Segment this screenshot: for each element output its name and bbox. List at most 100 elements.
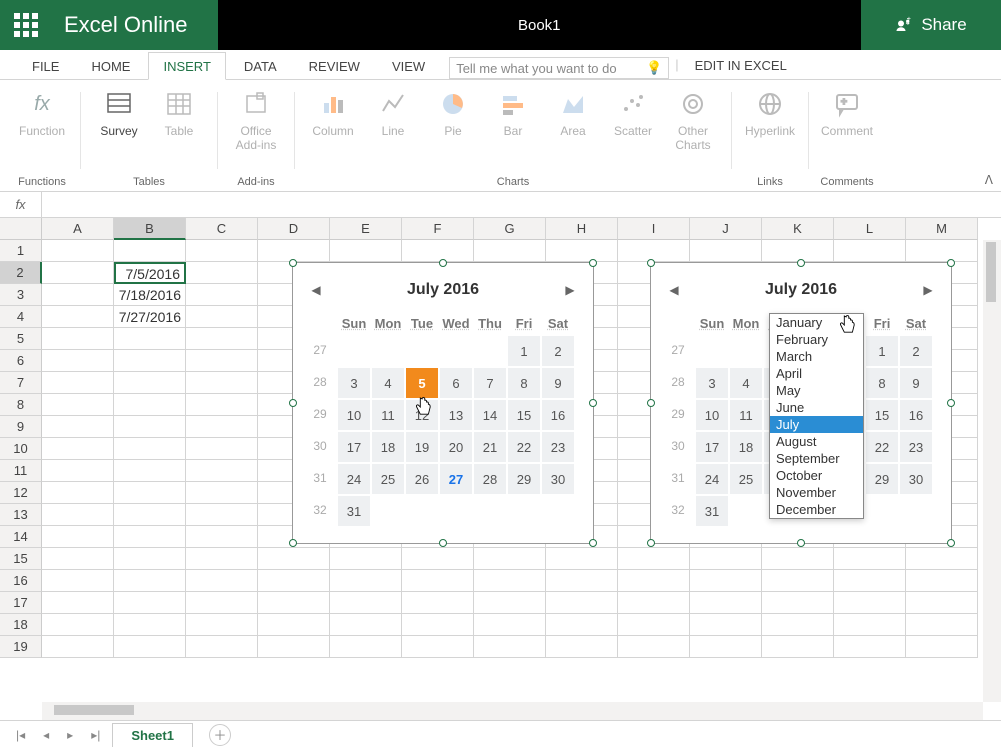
calendar-day[interactable]: 8 bbox=[866, 368, 898, 398]
cell-D16[interactable] bbox=[258, 570, 330, 592]
cell-B19[interactable] bbox=[114, 636, 186, 658]
row-header-12[interactable]: 12 bbox=[0, 482, 42, 504]
cell-I19[interactable] bbox=[618, 636, 690, 658]
column-header-J[interactable]: J bbox=[690, 218, 762, 240]
calendar-day[interactable]: 18 bbox=[730, 432, 762, 462]
row-header-17[interactable]: 17 bbox=[0, 592, 42, 614]
calendar-day[interactable]: 9 bbox=[900, 368, 932, 398]
cell-L16[interactable] bbox=[834, 570, 906, 592]
cell-F17[interactable] bbox=[402, 592, 474, 614]
cell-A12[interactable] bbox=[42, 482, 114, 504]
sheet-tab[interactable]: Sheet1 bbox=[112, 723, 193, 747]
row-header-14[interactable]: 14 bbox=[0, 526, 42, 548]
tab-review[interactable]: REVIEW bbox=[295, 53, 374, 79]
calendar-day[interactable]: 11 bbox=[730, 400, 762, 430]
calendar-day[interactable]: 5 bbox=[406, 368, 438, 398]
row-header-10[interactable]: 10 bbox=[0, 438, 42, 460]
cell-B1[interactable] bbox=[114, 240, 186, 262]
column-header-L[interactable]: L bbox=[834, 218, 906, 240]
cell-D17[interactable] bbox=[258, 592, 330, 614]
edit-in-excel-button[interactable]: EDIT IN EXCEL bbox=[685, 52, 797, 79]
column-header-I[interactable]: I bbox=[618, 218, 690, 240]
cell-C12[interactable] bbox=[186, 482, 258, 504]
cell-M19[interactable] bbox=[906, 636, 978, 658]
cell-J19[interactable] bbox=[690, 636, 762, 658]
cell-F16[interactable] bbox=[402, 570, 474, 592]
cell-A2[interactable] bbox=[42, 262, 114, 284]
column-header-G[interactable]: G bbox=[474, 218, 546, 240]
cell-K15[interactable] bbox=[762, 548, 834, 570]
area-chart-button[interactable]: Area bbox=[543, 86, 603, 173]
calendar-day[interactable]: 21 bbox=[474, 432, 506, 462]
cell-G16[interactable] bbox=[474, 570, 546, 592]
calendar-day[interactable]: 22 bbox=[866, 432, 898, 462]
cell-H17[interactable] bbox=[546, 592, 618, 614]
cell-B4[interactable]: 7/27/2016 bbox=[114, 306, 186, 328]
cell-C17[interactable] bbox=[186, 592, 258, 614]
cell-I18[interactable] bbox=[618, 614, 690, 636]
calendar-day[interactable]: 1 bbox=[866, 336, 898, 366]
calendar-day[interactable]: 31 bbox=[338, 496, 370, 526]
cell-H1[interactable] bbox=[546, 240, 618, 262]
prev-month-button[interactable]: ◀ bbox=[667, 283, 681, 297]
cell-D18[interactable] bbox=[258, 614, 330, 636]
calendar-day[interactable]: 13 bbox=[440, 400, 472, 430]
month-option[interactable]: July bbox=[770, 416, 863, 433]
cell-B11[interactable] bbox=[114, 460, 186, 482]
calendar-day[interactable]: 7 bbox=[474, 368, 506, 398]
cell-C4[interactable] bbox=[186, 306, 258, 328]
cell-B7[interactable] bbox=[114, 372, 186, 394]
horizontal-scrollbar[interactable] bbox=[42, 702, 983, 720]
cell-M15[interactable] bbox=[906, 548, 978, 570]
cell-I15[interactable] bbox=[618, 548, 690, 570]
tab-file[interactable]: FILE bbox=[18, 53, 73, 79]
cell-A15[interactable] bbox=[42, 548, 114, 570]
calendar-day[interactable]: 2 bbox=[542, 336, 574, 366]
calendar-day[interactable]: 16 bbox=[542, 400, 574, 430]
calendar-day[interactable]: 30 bbox=[542, 464, 574, 494]
select-all-corner[interactable] bbox=[0, 218, 42, 240]
column-header-K[interactable]: K bbox=[762, 218, 834, 240]
cell-I1[interactable] bbox=[618, 240, 690, 262]
cell-A9[interactable] bbox=[42, 416, 114, 438]
cell-H16[interactable] bbox=[546, 570, 618, 592]
calendar-day[interactable]: 29 bbox=[866, 464, 898, 494]
cell-C3[interactable] bbox=[186, 284, 258, 306]
calendar-day[interactable]: 3 bbox=[338, 368, 370, 398]
row-header-7[interactable]: 7 bbox=[0, 372, 42, 394]
prev-month-button[interactable]: ◀ bbox=[309, 283, 323, 297]
calendar-day[interactable]: 29 bbox=[508, 464, 540, 494]
cell-K17[interactable] bbox=[762, 592, 834, 614]
cell-H15[interactable] bbox=[546, 548, 618, 570]
calendar-day[interactable]: 25 bbox=[372, 464, 404, 494]
cell-M1[interactable] bbox=[906, 240, 978, 262]
cell-E15[interactable] bbox=[330, 548, 402, 570]
calendar-day[interactable]: 10 bbox=[338, 400, 370, 430]
cell-I16[interactable] bbox=[618, 570, 690, 592]
cell-H18[interactable] bbox=[546, 614, 618, 636]
cell-A13[interactable] bbox=[42, 504, 114, 526]
column-header-E[interactable]: E bbox=[330, 218, 402, 240]
cell-J17[interactable] bbox=[690, 592, 762, 614]
month-option[interactable]: April bbox=[770, 365, 863, 382]
cell-C1[interactable] bbox=[186, 240, 258, 262]
cell-C5[interactable] bbox=[186, 328, 258, 350]
cell-J15[interactable] bbox=[690, 548, 762, 570]
cell-K18[interactable] bbox=[762, 614, 834, 636]
table-button[interactable]: Table bbox=[149, 86, 209, 173]
cell-C10[interactable] bbox=[186, 438, 258, 460]
calendar-day[interactable]: 18 bbox=[372, 432, 404, 462]
calendar-day[interactable]: 24 bbox=[338, 464, 370, 494]
month-option[interactable]: May bbox=[770, 382, 863, 399]
cell-C9[interactable] bbox=[186, 416, 258, 438]
calendar-day[interactable]: 25 bbox=[730, 464, 762, 494]
document-title[interactable]: Book1 bbox=[218, 0, 861, 50]
cell-A10[interactable] bbox=[42, 438, 114, 460]
row-header-16[interactable]: 16 bbox=[0, 570, 42, 592]
cell-A8[interactable] bbox=[42, 394, 114, 416]
cell-M18[interactable] bbox=[906, 614, 978, 636]
cell-M16[interactable] bbox=[906, 570, 978, 592]
vertical-scrollbar[interactable] bbox=[983, 240, 1001, 702]
cell-A16[interactable] bbox=[42, 570, 114, 592]
cell-B15[interactable] bbox=[114, 548, 186, 570]
